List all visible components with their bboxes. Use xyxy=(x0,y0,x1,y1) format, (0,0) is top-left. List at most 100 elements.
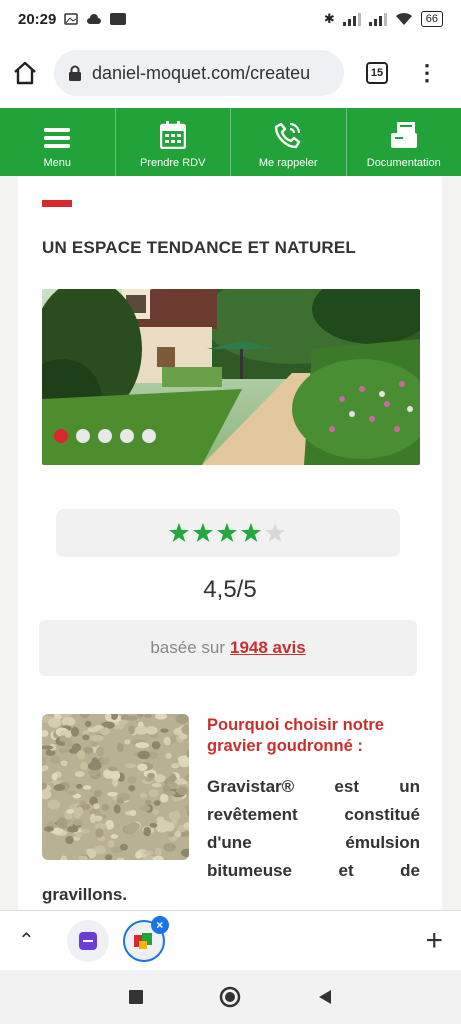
gravel-stone xyxy=(171,763,180,769)
gravel-stone xyxy=(67,825,79,833)
gravel-stone xyxy=(74,771,85,778)
gravel-stone xyxy=(126,715,138,721)
gravel-stone xyxy=(50,755,60,764)
gravel-stone xyxy=(58,824,68,829)
gravel-stone xyxy=(75,784,83,789)
gravel-stone xyxy=(167,776,177,781)
gravel-stone xyxy=(139,792,148,799)
gravel-stone xyxy=(99,727,111,736)
gravel-stone xyxy=(151,741,161,750)
star-empty-icon xyxy=(265,523,285,542)
tab-switcher-button[interactable]: 15 xyxy=(366,62,388,84)
gravel-stone xyxy=(59,735,67,742)
carousel-dots xyxy=(54,429,156,443)
section-subtitle: UN ESPACE TENDANCE ET NATUREL xyxy=(42,238,357,257)
nav-item-appointment[interactable]: Prendre RDV xyxy=(116,108,231,176)
reviews-link[interactable]: 1948 avis xyxy=(230,638,306,658)
gravel-stone xyxy=(152,809,160,815)
star-icon xyxy=(193,523,213,542)
gravel-stone xyxy=(116,742,124,753)
carousel-dot[interactable] xyxy=(120,429,134,443)
back-icon[interactable] xyxy=(317,989,333,1005)
gravel-stone xyxy=(153,800,161,806)
nav-item-documentation[interactable]: Documentation xyxy=(347,108,461,176)
gravel-stone xyxy=(82,734,90,741)
battery-indicator: 66 xyxy=(420,11,443,27)
gravel-stone xyxy=(177,786,188,796)
gravel-stone xyxy=(93,803,100,810)
gravel-stone xyxy=(135,851,142,859)
star-rating xyxy=(169,523,285,542)
carousel-dot[interactable] xyxy=(98,429,112,443)
gravel-stone xyxy=(68,748,79,754)
clock: 20:29 xyxy=(18,10,57,28)
gravel-stone xyxy=(149,823,158,828)
more-options-icon[interactable]: ⋮ xyxy=(416,60,438,86)
gravel-stone xyxy=(139,805,151,812)
recents-icon[interactable] xyxy=(128,990,143,1004)
gravel-stone xyxy=(67,791,77,796)
home-button-icon[interactable] xyxy=(219,986,241,1008)
gravel-stone xyxy=(88,770,99,776)
lock-icon xyxy=(69,65,81,81)
gravel-stone xyxy=(101,804,110,811)
gravel-stone xyxy=(129,810,137,816)
url-text: daniel-moquet.com/createu xyxy=(92,62,311,83)
status-bar: 20:29 ✱ 66 xyxy=(0,0,461,38)
tab-thumbnail[interactable] xyxy=(66,919,109,962)
gravel-stone xyxy=(99,757,111,765)
nav-item-label: Me rappeler xyxy=(258,157,318,169)
home-icon[interactable] xyxy=(12,61,38,85)
app-icon xyxy=(110,13,127,25)
gravel-image xyxy=(42,714,189,860)
address-bar[interactable]: daniel-moquet.com/createu xyxy=(54,50,344,96)
star-icon xyxy=(169,523,189,542)
gravel-stone xyxy=(110,834,119,839)
gravel-stone xyxy=(155,847,162,857)
close-tab-icon[interactable]: × xyxy=(150,915,169,934)
system-navigation xyxy=(0,970,461,1024)
gravel-stone xyxy=(167,832,175,838)
gravel-stone xyxy=(70,726,80,737)
carousel-dot[interactable] xyxy=(54,429,68,443)
gravel-stone xyxy=(75,806,84,817)
gravel-stone xyxy=(163,843,176,852)
gravel-stone xyxy=(163,736,171,746)
carousel-dot[interactable] xyxy=(76,429,90,443)
reviews-box: basée sur 1948 avis xyxy=(39,620,417,676)
gravel-stone xyxy=(93,789,102,797)
nav-item-menu[interactable]: Menu xyxy=(0,108,116,176)
nav-item-label: Documentation xyxy=(366,157,441,169)
why-heading: Pourquoi choisir notre gravier goudronné… xyxy=(207,716,384,755)
gravel-stone xyxy=(160,728,169,733)
gravel-stone xyxy=(116,797,124,805)
system-icons: ✱ 66 xyxy=(324,11,443,27)
new-tab-icon[interactable]: + xyxy=(425,924,443,958)
chevron-up-icon[interactable]: ⌃ xyxy=(18,928,35,953)
gravel-stone xyxy=(87,848,97,859)
gravel-stone xyxy=(128,725,135,735)
carousel-dot[interactable] xyxy=(142,429,156,443)
gravel-stone xyxy=(72,819,84,826)
gravel-stone xyxy=(137,750,150,760)
gravel-stone xyxy=(80,761,88,770)
photo-icon xyxy=(64,13,79,25)
site-favicon-icon xyxy=(133,932,152,949)
accent-bar xyxy=(42,200,72,207)
wifi-icon xyxy=(395,12,412,25)
documents-icon xyxy=(390,122,417,148)
gravel-stone xyxy=(170,734,177,744)
gravel-stone xyxy=(144,799,152,806)
gravel-stone xyxy=(158,820,165,829)
gravel-stone xyxy=(44,826,54,832)
gravel-stone xyxy=(60,760,68,767)
gravel-stone xyxy=(53,784,65,791)
garden-carousel[interactable] xyxy=(42,289,420,465)
nav-item-callback[interactable]: Me rappeler xyxy=(231,108,347,176)
gravel-stone xyxy=(128,784,136,792)
gravel-stone xyxy=(137,763,148,771)
gravel-stone xyxy=(134,725,149,735)
product-description-tail: gravillons. xyxy=(42,885,128,904)
product-description: Gravistar® est un revêtement constitué d… xyxy=(207,777,420,880)
tab-thumbnail-active[interactable]: × xyxy=(122,915,169,962)
